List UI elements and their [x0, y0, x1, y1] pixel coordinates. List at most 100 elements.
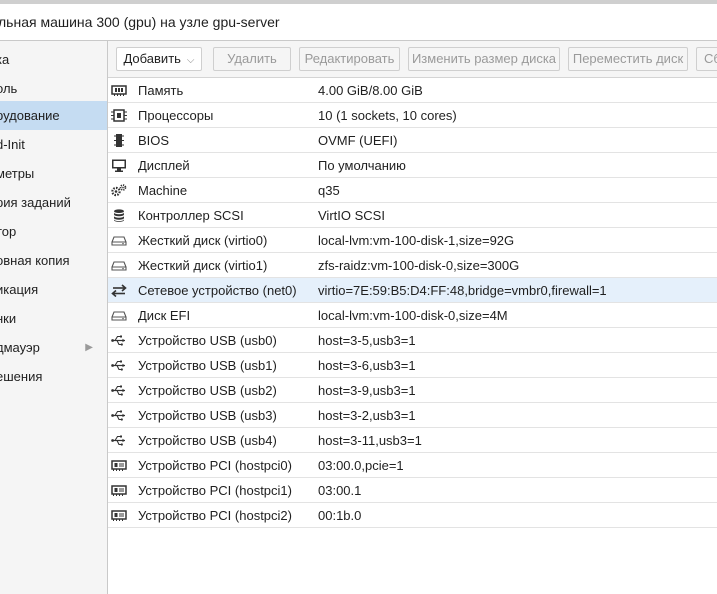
hardware-row-name: Machine [138, 183, 188, 198]
hardware-row-value: zfs-raidz:vm-100-disk-0,size=300G [318, 258, 520, 273]
hardware-row-name: Жесткий диск (virtio0) [138, 233, 268, 248]
memory-icon [111, 84, 127, 97]
sidebar-item-monitor[interactable]: тор [0, 217, 107, 246]
sidebar-item-label: икация [0, 282, 39, 297]
hardware-row-value: host=3-6,usb3=1 [318, 358, 416, 373]
hardware-row-name: Устройство USB (usb1) [138, 358, 277, 373]
usb-icon [111, 334, 127, 347]
sidebar-item-backup[interactable]: овная копия [0, 246, 107, 275]
hardware-row-name: Процессоры [138, 108, 214, 123]
database-icon [111, 209, 127, 222]
hardware-row-pci-hostpci0[interactable]: Устройство PCI (hostpci0) 03:00.0,pcie=1 [108, 453, 717, 478]
hardware-row-usb2[interactable]: Устройство USB (usb2) host=3-9,usb3=1 [108, 378, 717, 403]
hardware-row-machine[interactable]: Machine q35 [108, 178, 717, 203]
sidebar-item-snapshots[interactable]: нки [0, 304, 107, 333]
sidebar-item-task-history[interactable]: рия заданий [0, 188, 107, 217]
sidebar-item-label: ешения [0, 369, 43, 384]
sidebar-item-console[interactable]: оль [0, 74, 107, 103]
panel-title: льная машина 300 (gpu) на узле gpu-serve… [0, 4, 717, 41]
hardware-row-efi-disk[interactable]: Диск EFI local-lvm:vm-100-disk-0,size=4M [108, 303, 717, 328]
hardware-row-name: Устройство USB (usb0) [138, 333, 277, 348]
sidebar-item-label: оль [0, 81, 18, 96]
hardware-row-value: 4.00 GiB/8.00 GiB [318, 83, 423, 98]
usb-icon [111, 409, 127, 422]
sidebar-item-label: нки [0, 311, 17, 326]
network-exchange-icon [111, 284, 127, 297]
hardware-row-name: Устройство PCI (hostpci0) [138, 458, 292, 473]
hard-disk-icon [111, 309, 127, 322]
sidebar-item-summary[interactable]: ка [0, 45, 107, 74]
hardware-row-name: Диск EFI [138, 308, 191, 323]
hardware-row-value: host=3-5,usb3=1 [318, 333, 416, 348]
remove-button-label: Удалить [227, 51, 277, 66]
sidebar: ка оль рудование d-Init метры рия задани… [0, 41, 108, 594]
sidebar-item-hardware[interactable]: рудование [0, 101, 107, 130]
cpu-icon [111, 109, 127, 122]
sidebar-item-label: дмауэр [0, 340, 40, 355]
pci-card-icon [111, 484, 127, 497]
hard-disk-icon [111, 259, 127, 272]
hardware-row-network-device-net0[interactable]: Сетевое устройство (net0) virtio=7E:59:B… [108, 278, 717, 303]
hardware-row-name: Устройство PCI (hostpci2) [138, 508, 292, 523]
hardware-row-value: local-lvm:vm-100-disk-1,size=92G [318, 233, 515, 248]
hardware-row-value: host=3-2,usb3=1 [318, 408, 416, 423]
chevron-down-icon: ⌵ [186, 55, 195, 66]
hardware-row-usb1[interactable]: Устройство USB (usb1) host=3-6,usb3=1 [108, 353, 717, 378]
partial-toolbar-button[interactable]: Сб [696, 47, 717, 71]
hardware-row-usb0[interactable]: Устройство USB (usb0) host=3-5,usb3=1 [108, 328, 717, 353]
add-button[interactable]: Добавить ⌵ [116, 47, 202, 71]
hardware-row-name: BIOS [138, 133, 170, 148]
edit-button[interactable]: Редактировать [299, 47, 400, 71]
hardware-row-pci-hostpci2[interactable]: Устройство PCI (hostpci2) 00:1b.0 [108, 503, 717, 528]
hardware-row-value: virtio=7E:59:B5:D4:FF:48,bridge=vmbr0,fi… [318, 283, 607, 298]
hardware-row-name: Контроллер SCSI [138, 208, 244, 223]
resize-disk-button[interactable]: Изменить размер диска [408, 47, 560, 71]
hardware-row-name: Устройство USB (usb2) [138, 383, 277, 398]
hardware-row-value: host=3-11,usb3=1 [318, 433, 422, 448]
hardware-row-name: Устройство PCI (hostpci1) [138, 483, 292, 498]
hardware-row-name: Память [138, 83, 184, 98]
hardware-row-value: 10 (1 sockets, 10 cores) [318, 108, 457, 123]
hardware-row-value: local-lvm:vm-100-disk-0,size=4M [318, 308, 508, 323]
usb-icon [111, 384, 127, 397]
hardware-row-value: 00:1b.0 [318, 508, 362, 523]
usb-icon [111, 434, 127, 447]
hardware-row-processors[interactable]: Процессоры 10 (1 sockets, 10 cores) [108, 103, 717, 128]
hardware-row-display[interactable]: Дисплей По умолчанию [108, 153, 717, 178]
sidebar-item-cloud-init[interactable]: d-Init [0, 130, 107, 159]
sidebar-item-permissions[interactable]: ешения [0, 362, 107, 391]
sidebar-item-firewall[interactable]: дмауэр ▶ [0, 333, 107, 362]
edit-button-label: Редактировать [304, 51, 395, 66]
move-disk-button[interactable]: Переместить диск [568, 47, 688, 71]
resize-disk-button-label: Изменить размер диска [411, 51, 557, 66]
hardware-row-name: Жесткий диск (virtio1) [138, 258, 268, 273]
remove-button[interactable]: Удалить [213, 47, 291, 71]
sidebar-item-label: d-Init [0, 137, 25, 152]
hardware-row-pci-hostpci1[interactable]: Устройство PCI (hostpci1) 03:00.1 [108, 478, 717, 503]
hardware-row-name: Дисплей [138, 158, 190, 173]
toolbar: Добавить ⌵ Удалить Редактировать Изменить… [108, 41, 717, 78]
move-disk-button-label: Переместить диск [572, 51, 684, 66]
hardware-row-usb3[interactable]: Устройство USB (usb3) host=3-2,usb3=1 [108, 403, 717, 428]
sidebar-item-label: овная копия [0, 253, 70, 268]
add-button-label: Добавить [123, 51, 181, 66]
hardware-row-hard-disk-virtio0[interactable]: Жесткий диск (virtio0) local-lvm:vm-100-… [108, 228, 717, 253]
sidebar-item-label: ка [0, 52, 10, 67]
hardware-row-memory[interactable]: Память 4.00 GiB/8.00 GiB [108, 78, 717, 103]
sidebar-item-replication[interactable]: икация [0, 275, 107, 304]
bios-chip-icon [111, 134, 127, 147]
pci-card-icon [111, 459, 127, 472]
cogs-icon [111, 184, 127, 197]
hardware-row-value: OVMF (UEFI) [318, 133, 398, 148]
sidebar-item-label: рудование [0, 108, 60, 123]
hardware-row-hard-disk-virtio1[interactable]: Жесткий диск (virtio1) zfs-raidz:vm-100-… [108, 253, 717, 278]
pci-card-icon [111, 509, 127, 522]
hardware-row-scsi-controller[interactable]: Контроллер SCSI VirtIO SCSI [108, 203, 717, 228]
chevron-right-icon: ▶ [85, 342, 93, 353]
hardware-row-name: Сетевое устройство (net0) [138, 283, 297, 298]
hardware-row-usb4[interactable]: Устройство USB (usb4) host=3-11,usb3=1 [108, 428, 717, 453]
sidebar-item-options[interactable]: метры [0, 159, 107, 188]
hardware-row-bios[interactable]: BIOS OVMF (UEFI) [108, 128, 717, 153]
usb-icon [111, 359, 127, 372]
hardware-row-value: host=3-9,usb3=1 [318, 383, 416, 398]
